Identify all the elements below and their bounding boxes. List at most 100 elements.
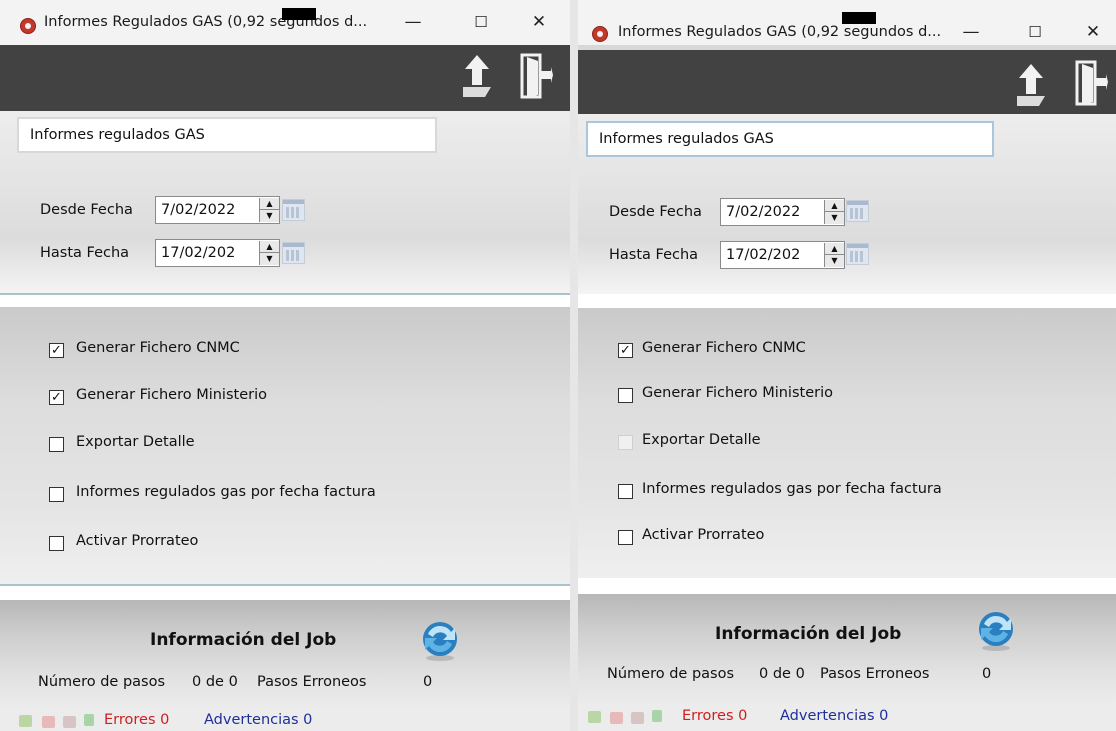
desde-fecha-value: 7/02/2022 (726, 204, 801, 220)
option-label: Generar Fichero CNMC (642, 340, 806, 356)
section-gap (0, 295, 570, 307)
refresh-job-icon[interactable] (418, 618, 462, 662)
report-window-left: Informes Regulados GAS (0,92 segundos d.… (0, 0, 570, 731)
errors-steps-label: Pasos Erroneos (820, 666, 930, 682)
options-section: ✓ Generar Fichero CNMC Generar Fichero M… (578, 308, 1116, 578)
maximize-button[interactable]: ☐ (1020, 20, 1050, 44)
screenshot-divider (570, 0, 578, 731)
report-name-field[interactable]: Informes regulados GAS (17, 117, 437, 153)
option-label: Informes regulados gas por fecha factura (642, 481, 942, 497)
errors-steps-value: 0 (423, 674, 433, 690)
close-button[interactable]: ✕ (1078, 20, 1108, 44)
delete-icon[interactable] (63, 716, 76, 728)
option-label: Exportar Detalle (642, 432, 761, 448)
report-window-right: Informes Regulados GAS (0,92 segundos d.… (578, 0, 1116, 731)
hasta-fecha-input[interactable]: 17/02/202 ▲ ▼ (155, 239, 280, 267)
option-label: Generar Fichero Ministerio (76, 387, 267, 403)
desde-fecha-spinner[interactable]: ▲ ▼ (259, 198, 279, 222)
options-section: ✓ Generar Fichero CNMC ✓ Generar Fichero… (0, 307, 570, 584)
refresh-job-icon[interactable] (974, 608, 1018, 652)
report-header-section: Informes regulados GAS Desde Fecha 7/02/… (578, 114, 1116, 294)
exit-door-icon[interactable] (1074, 60, 1108, 106)
spin-down-icon[interactable]: ▼ (825, 212, 844, 224)
toolbar (0, 45, 570, 111)
report-name-field[interactable]: Informes regulados GAS (586, 121, 994, 157)
copy-icon[interactable] (42, 716, 55, 728)
desde-fecha-input[interactable]: 7/02/2022 ▲ ▼ (720, 198, 845, 226)
minimize-button[interactable]: — (398, 10, 428, 34)
option-checkbox[interactable] (49, 487, 64, 502)
add-icon[interactable] (588, 711, 601, 723)
desde-fecha-label: Desde Fecha (609, 204, 702, 220)
report-header-section: Informes regulados GAS Desde Fecha 7/02/… (0, 111, 570, 294)
option-checkbox[interactable]: ✓ (618, 343, 633, 358)
upload-arrow-icon[interactable] (461, 53, 493, 99)
spin-up-icon[interactable]: ▲ (260, 198, 279, 210)
title-bar[interactable]: Informes Regulados GAS (0,92 segundos d.… (578, 0, 1116, 45)
option-checkbox[interactable] (618, 388, 633, 403)
hasta-fecha-value: 17/02/202 (161, 245, 236, 261)
section-gap (578, 578, 1116, 594)
warnings-count[interactable]: Advertencias 0 (780, 708, 888, 724)
option-checkbox[interactable] (49, 437, 64, 452)
desde-fecha-label: Desde Fecha (40, 202, 133, 218)
window-title: Informes Regulados GAS (0,92 segundos d.… (618, 24, 942, 40)
errors-count[interactable]: Errores 0 (682, 708, 747, 724)
spin-down-icon[interactable]: ▼ (260, 253, 279, 265)
calendar-icon[interactable] (846, 243, 869, 265)
calendar-icon[interactable] (846, 200, 869, 222)
close-button[interactable]: ✕ (524, 10, 554, 34)
add-icon[interactable] (19, 715, 32, 727)
job-info-section: Información del Job Número de pasos 0 de… (578, 594, 1116, 706)
title-bar[interactable]: Informes Regulados GAS (0,92 segundos d.… (0, 0, 570, 45)
hasta-fecha-input[interactable]: 17/02/202 ▲ ▼ (720, 241, 845, 269)
job-info-title: Información del Job (150, 630, 337, 650)
app-logo-icon (20, 18, 36, 34)
steps-value: 0 de 0 (759, 666, 805, 682)
desde-fecha-input[interactable]: 7/02/2022 ▲ ▼ (155, 196, 280, 224)
option-label: Exportar Detalle (76, 434, 195, 450)
spin-down-icon[interactable]: ▼ (825, 255, 844, 267)
errors-steps-label: Pasos Erroneos (257, 674, 367, 690)
desde-fecha-spinner[interactable]: ▲ ▼ (824, 200, 844, 224)
hasta-fecha-value: 17/02/202 (726, 247, 801, 263)
hasta-fecha-label: Hasta Fecha (609, 247, 699, 263)
option-label: Generar Fichero CNMC (76, 340, 240, 356)
option-checkbox[interactable]: ✓ (49, 343, 64, 358)
status-bar: Errores 0 Advertencias 0 (0, 710, 570, 731)
spin-up-icon[interactable]: ▲ (825, 243, 844, 255)
spin-down-icon[interactable]: ▼ (260, 210, 279, 222)
option-checkbox[interactable]: ✓ (49, 390, 64, 405)
steps-label: Número de pasos (607, 666, 735, 682)
up-arrow-icon[interactable] (652, 710, 662, 722)
section-gap (578, 294, 1116, 308)
hasta-fecha-spinner[interactable]: ▲ ▼ (259, 241, 279, 265)
option-checkbox[interactable] (49, 536, 64, 551)
calendar-icon[interactable] (282, 242, 305, 264)
option-label: Generar Fichero Ministerio (642, 385, 833, 401)
redaction-bar (842, 12, 876, 24)
up-arrow-icon[interactable] (84, 714, 94, 726)
hasta-fecha-spinner[interactable]: ▲ ▼ (824, 243, 844, 267)
maximize-button[interactable]: ☐ (466, 10, 496, 34)
job-info-section: Información del Job Número de pasos 0 de… (0, 600, 570, 710)
errors-count[interactable]: Errores 0 (104, 712, 169, 728)
spin-up-icon[interactable]: ▲ (825, 200, 844, 212)
status-bar: Errores 0 Advertencias 0 (578, 706, 1116, 731)
toolbar (578, 50, 1116, 114)
option-label: Activar Prorrateo (642, 527, 765, 543)
warnings-count[interactable]: Advertencias 0 (204, 712, 312, 728)
upload-arrow-icon[interactable] (1015, 62, 1047, 108)
minimize-button[interactable]: — (956, 20, 986, 44)
option-checkbox[interactable] (618, 484, 633, 499)
spin-up-icon[interactable]: ▲ (260, 241, 279, 253)
copy-icon[interactable] (610, 712, 623, 724)
delete-icon[interactable] (631, 712, 644, 724)
option-checkbox[interactable] (618, 530, 633, 545)
app-logo-icon (592, 26, 608, 42)
steps-value: 0 de 0 (192, 674, 238, 690)
window-title: Informes Regulados GAS (0,92 segundos d.… (44, 14, 368, 30)
calendar-icon[interactable] (282, 199, 305, 221)
exit-door-icon[interactable] (519, 53, 553, 99)
hasta-fecha-label: Hasta Fecha (40, 245, 130, 261)
